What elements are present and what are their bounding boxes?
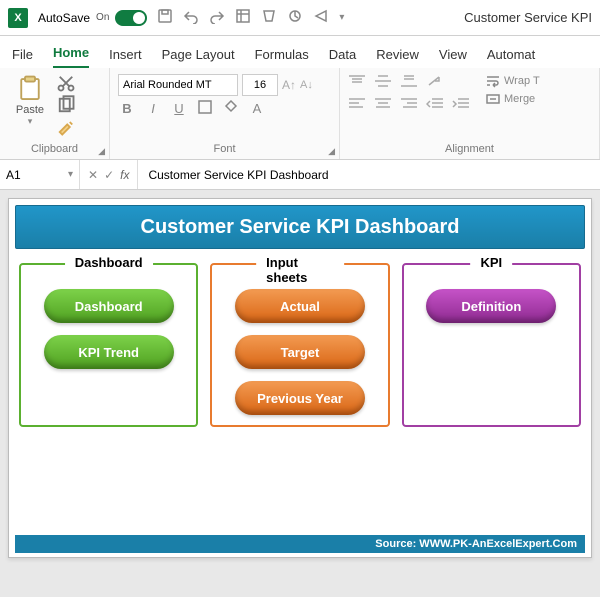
title-bar: X AutoSave On ▾ Customer Service KPI (0, 0, 600, 36)
orientation-icon[interactable] (426, 74, 444, 93)
qat-icon[interactable] (261, 8, 277, 27)
align-top-icon[interactable] (348, 74, 366, 93)
format-painter-button[interactable] (56, 118, 76, 136)
copy-button[interactable] (56, 96, 76, 114)
fill-color-button[interactable] (222, 100, 240, 117)
paste-button[interactable]: Paste ▾ (8, 74, 52, 127)
cancel-icon[interactable]: ✕ (88, 168, 98, 182)
tab-formulas[interactable]: Formulas (255, 47, 309, 68)
formula-bar: A1 ▾ ✕ ✓ fx Customer Service KPI Dashboa… (0, 160, 600, 190)
column-heading: KPI (470, 255, 512, 270)
ribbon: Paste ▾ Clipboard ◢ A↑ A↓ B (0, 68, 600, 160)
group-label: Font (118, 141, 331, 157)
group-label: Alignment (348, 141, 591, 157)
column-kpi: KPI Definition (402, 263, 581, 427)
fx-icon[interactable]: fx (120, 168, 129, 182)
tab-review[interactable]: Review (376, 47, 419, 68)
decrease-font-icon[interactable]: A↓ (300, 79, 313, 91)
increase-indent-icon[interactable] (452, 97, 470, 116)
wrap-text-button[interactable]: Wrap T (486, 74, 540, 88)
actual-button[interactable]: Actual (235, 289, 365, 323)
kpi-trend-button[interactable]: KPI Trend (44, 335, 174, 369)
tab-automate[interactable]: Automat (487, 47, 535, 68)
column-heading: Input sheets (256, 255, 344, 285)
merge-button[interactable]: Merge (486, 92, 540, 106)
align-center-icon[interactable] (374, 97, 392, 116)
bold-button[interactable]: B (118, 101, 136, 116)
chevron-down-icon[interactable]: ▾ (339, 12, 344, 23)
redo-icon[interactable] (209, 8, 225, 27)
quick-access-toolbar: ▾ (157, 8, 344, 27)
font-size-select[interactable] (242, 74, 278, 96)
decrease-indent-icon[interactable] (426, 97, 444, 116)
paste-label: Paste (16, 104, 44, 116)
wrap-text-icon (486, 74, 500, 88)
share-icon[interactable] (313, 8, 329, 27)
dashboard-button[interactable]: Dashboard (44, 289, 174, 323)
group-label: Clipboard (8, 141, 101, 157)
wrap-label: Wrap T (504, 75, 540, 87)
excel-icon: X (8, 8, 28, 28)
qat-icon[interactable] (235, 8, 251, 27)
merge-label: Merge (504, 93, 535, 105)
merge-icon (486, 92, 500, 106)
cut-button[interactable] (56, 74, 76, 92)
autosave-label: AutoSave (38, 11, 90, 25)
copy-icon (56, 95, 76, 115)
column-input-sheets: Input sheets Actual Target Previous Year (210, 263, 389, 427)
target-button[interactable]: Target (235, 335, 365, 369)
formula-text[interactable]: Customer Service KPI Dashboard (138, 168, 600, 182)
brush-icon (56, 117, 76, 137)
group-clipboard: Paste ▾ Clipboard ◢ (0, 68, 110, 159)
italic-button[interactable]: I (144, 101, 162, 116)
autosave-state: On (96, 12, 109, 23)
increase-font-icon[interactable]: A↑ (282, 78, 296, 92)
tab-page-layout[interactable]: Page Layout (162, 47, 235, 68)
definition-button[interactable]: Definition (426, 289, 556, 323)
column-dashboard: Dashboard Dashboard KPI Trend (19, 263, 198, 427)
font-color-button[interactable]: A (248, 101, 266, 116)
dialog-launcher-icon[interactable]: ◢ (98, 146, 105, 157)
scissors-icon (56, 73, 76, 93)
group-font: A↑ A↓ B I U A Font ◢ (110, 68, 340, 159)
enter-icon[interactable]: ✓ (104, 168, 114, 182)
worksheet-canvas: Customer Service KPI Dashboard Dashboard… (0, 190, 600, 597)
undo-icon[interactable] (183, 8, 199, 27)
source-label: Source: WWW.PK-AnExcelExpert.Com (15, 535, 585, 553)
font-name-select[interactable] (118, 74, 238, 96)
underline-button[interactable]: U (170, 101, 188, 116)
name-box[interactable]: A1 ▾ (0, 160, 80, 189)
border-button[interactable] (196, 100, 214, 117)
tab-data[interactable]: Data (329, 47, 356, 68)
chevron-down-icon[interactable]: ▾ (28, 116, 33, 127)
align-right-icon[interactable] (400, 97, 418, 116)
tab-view[interactable]: View (439, 47, 467, 68)
group-alignment: Wrap T Merge Alignment (340, 68, 600, 159)
chevron-down-icon[interactable]: ▾ (68, 169, 73, 180)
previous-year-button[interactable]: Previous Year (235, 381, 365, 415)
dashboard-columns: Dashboard Dashboard KPI Trend Input shee… (9, 249, 591, 427)
dialog-launcher-icon[interactable]: ◢ (328, 146, 335, 157)
tab-insert[interactable]: Insert (109, 47, 142, 68)
dashboard-title: Customer Service KPI Dashboard (15, 205, 585, 249)
cell-reference: A1 (6, 168, 21, 182)
autosave-toggle[interactable] (115, 10, 147, 26)
autosave[interactable]: AutoSave On (38, 10, 147, 26)
qat-icon[interactable] (287, 8, 303, 27)
column-heading: Dashboard (65, 255, 153, 270)
ribbon-tabs: File Home Insert Page Layout Formulas Da… (0, 36, 600, 68)
paste-icon (15, 74, 45, 104)
document-title: Customer Service KPI (464, 10, 592, 25)
dashboard-sheet: Customer Service KPI Dashboard Dashboard… (8, 198, 592, 558)
align-bottom-icon[interactable] (400, 74, 418, 93)
tab-file[interactable]: File (12, 47, 33, 68)
save-icon[interactable] (157, 8, 173, 27)
align-left-icon[interactable] (348, 97, 366, 116)
align-middle-icon[interactable] (374, 74, 392, 93)
tab-home[interactable]: Home (53, 45, 89, 68)
